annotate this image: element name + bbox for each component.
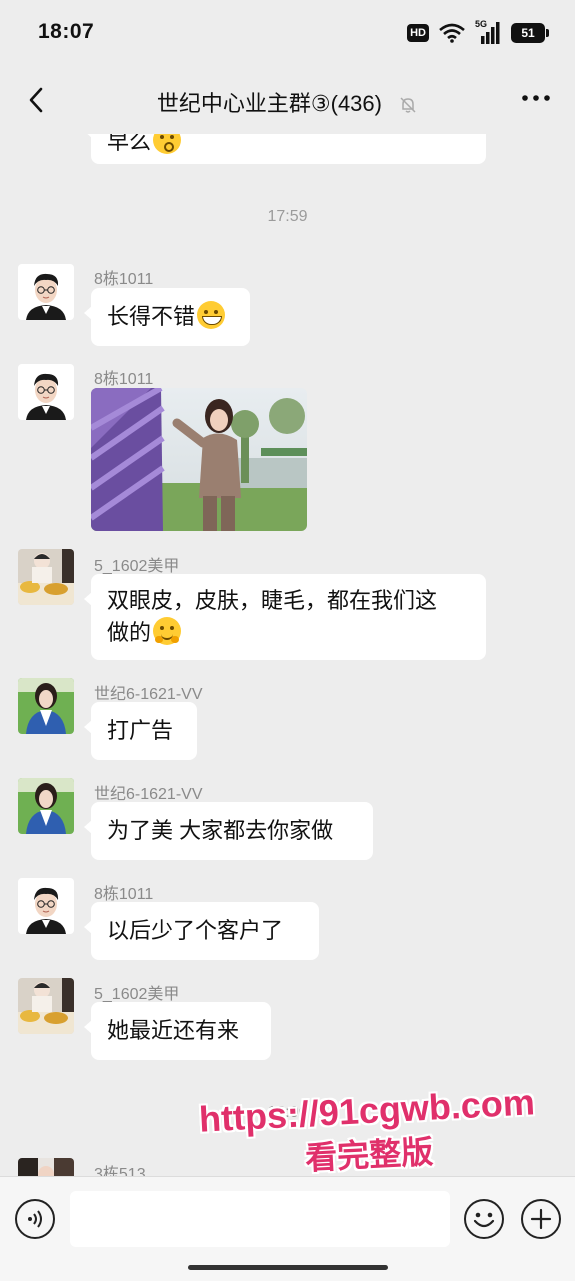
emoji-button[interactable]	[464, 1199, 504, 1239]
signal-icon: 5G	[475, 19, 501, 44]
message-text: 为了美 大家都去你家做	[107, 818, 334, 843]
status-icons: HD 5G 51	[407, 19, 549, 46]
mute-bell-icon	[400, 97, 416, 113]
message-bubble[interactable]: 以后少了个客户了	[84, 902, 319, 960]
input-bar	[0, 1176, 575, 1281]
home-indicator[interactable]	[188, 1265, 388, 1270]
avatar[interactable]	[18, 878, 74, 934]
status-bar: 18:07 HD 5G 51	[0, 0, 575, 66]
sender-name: 8栋1011	[94, 886, 154, 903]
more-functions-button[interactable]	[521, 1199, 561, 1239]
avatar-girl-uniform-icon	[18, 678, 74, 734]
message-text: 长得不错	[107, 304, 196, 329]
chat-header: 世纪中心业主群③(436)	[0, 66, 575, 134]
voice-icon	[28, 1210, 42, 1228]
avatar[interactable]	[18, 364, 74, 420]
kiss-emoji-icon	[153, 134, 182, 154]
message-text: 做的	[107, 620, 152, 645]
message-bubble[interactable]: 长得不错	[84, 288, 250, 346]
sender-name: 3栋513	[94, 1166, 146, 1176]
avatar[interactable]	[18, 1158, 74, 1176]
avatar[interactable]	[18, 778, 74, 834]
battery-icon: 51	[511, 23, 549, 43]
avatar[interactable]	[18, 264, 74, 320]
message-bubble[interactable]: 双眼皮，皮肤，睫毛，都在我们这 做的	[84, 574, 486, 660]
avatar-cartoon-man-icon	[18, 364, 74, 420]
chat-area[interactable]: 早么 17:59 8栋1011 长得不错 8栋1011 5_1602美甲 双眼皮…	[0, 134, 575, 1176]
message-text: 以后少了个客户了	[107, 918, 284, 943]
voice-button[interactable]	[15, 1199, 55, 1239]
more-options-button[interactable]	[521, 88, 551, 108]
avatar-photo-icon	[18, 1158, 74, 1176]
message-text: 她最近还有来	[107, 1018, 240, 1043]
status-time: 18:07	[38, 20, 95, 43]
avatar[interactable]	[18, 978, 74, 1034]
message-text-line: 双眼皮，皮肤，睫毛，都在我们这	[107, 588, 438, 613]
message-bubble[interactable]: 她最近还有来	[84, 1002, 271, 1060]
avatar-salon-photo-icon	[18, 549, 74, 605]
avatar-cartoon-man-icon	[18, 878, 74, 934]
sender-name: 世纪6-1621-VV	[94, 686, 203, 703]
sender-name: 世纪6-1621-VV	[94, 786, 203, 803]
sender-name: 8栋1011	[94, 371, 154, 388]
photo-woman-icon	[91, 388, 307, 531]
hugging-emoji-icon	[153, 617, 182, 645]
avatar[interactable]	[18, 678, 74, 734]
message-bubble[interactable]: 早么	[84, 134, 486, 164]
image-message[interactable]	[91, 388, 307, 531]
avatar-cartoon-man-icon	[18, 264, 74, 320]
message-text: 早么	[107, 134, 152, 154]
message-text-line: 做的	[107, 617, 470, 649]
smiley-icon	[473, 1212, 495, 1228]
group-name: 世纪中心业主群③(436)	[156, 91, 382, 116]
more-icon	[522, 95, 550, 101]
grinning-emoji-icon	[197, 301, 226, 329]
avatar-girl-uniform-icon	[18, 778, 74, 834]
sender-name: 5_1602美甲	[94, 558, 180, 575]
avatar[interactable]	[18, 549, 74, 605]
message-bubble[interactable]: 为了美 大家都去你家做	[84, 802, 373, 860]
sender-name: 5_1602美甲	[94, 986, 180, 1003]
message-bubble[interactable]: 打广告	[84, 702, 197, 760]
hd-icon: HD	[407, 24, 429, 42]
plus-icon	[530, 1208, 552, 1230]
wifi-icon	[439, 23, 465, 43]
sender-name: 8栋1011	[94, 271, 154, 288]
message-text: 打广告	[107, 718, 174, 743]
avatar-salon-photo-icon	[18, 978, 74, 1034]
message-input[interactable]	[70, 1191, 450, 1247]
page-title: 世纪中心业主群③(436)	[0, 86, 575, 118]
timestamp: 17:59	[267, 208, 308, 225]
